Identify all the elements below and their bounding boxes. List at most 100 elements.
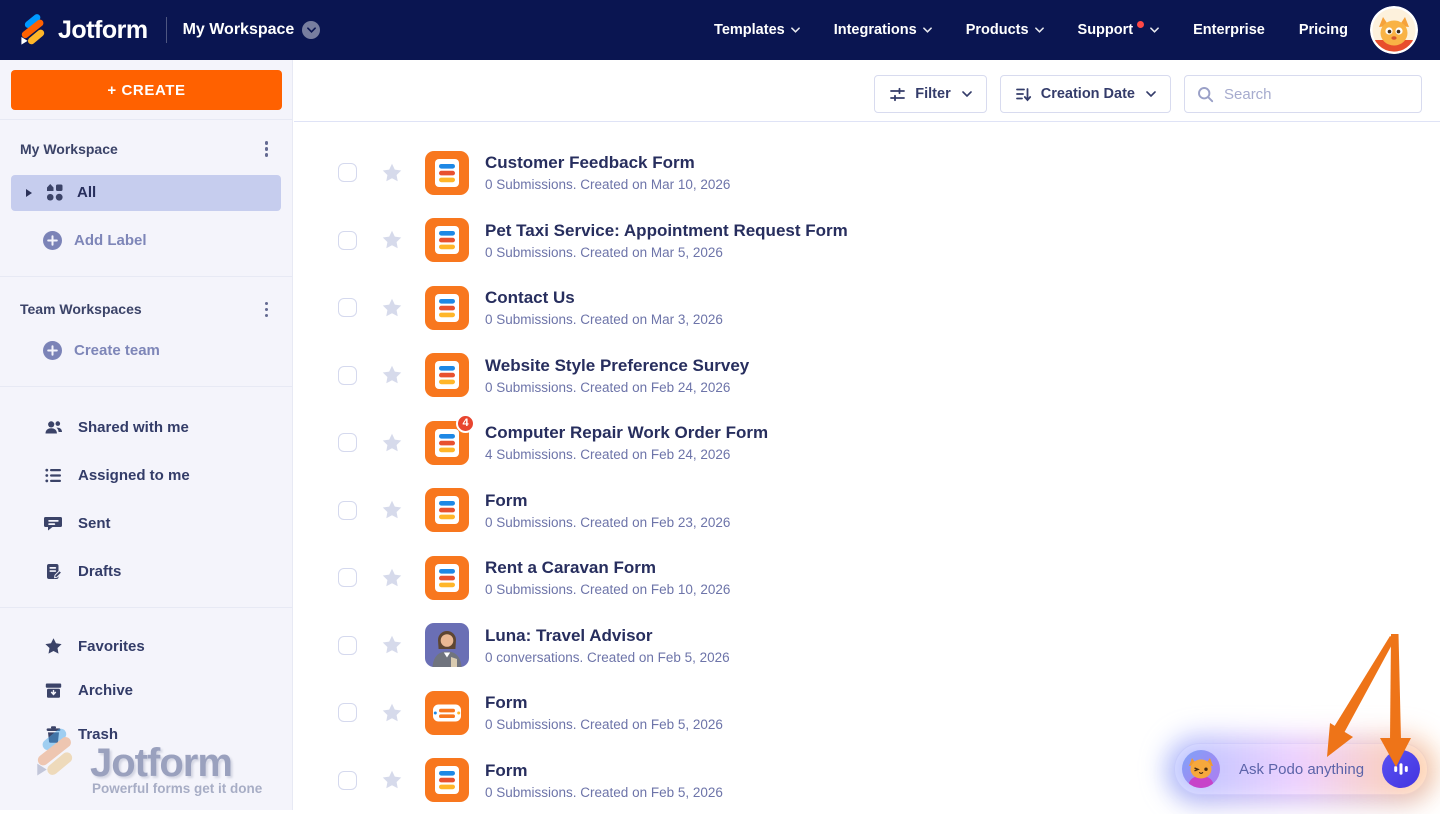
form-title[interactable]: Pet Taxi Service: Appointment Request Fo… (485, 221, 848, 241)
star-icon[interactable] (381, 229, 403, 251)
create-team-button[interactable]: Create team (43, 341, 292, 360)
all-grid-icon (45, 183, 64, 202)
podo-voice-button[interactable] (1382, 750, 1420, 788)
nav-link-pricing[interactable]: Pricing (1299, 22, 1348, 38)
sidebar-divider (0, 119, 292, 120)
form-title[interactable]: Form (485, 693, 723, 713)
sidebar-item-trash[interactable]: Trash (0, 712, 292, 756)
nav-divider (166, 17, 167, 43)
form-title[interactable]: Website Style Preference Survey (485, 356, 749, 376)
main-content: Filter Creation Date Customer Feedback F… (294, 60, 1440, 810)
chevron-down-icon (962, 91, 972, 97)
form-icon[interactable] (425, 556, 469, 600)
row-checkbox[interactable] (338, 636, 357, 655)
row-checkbox[interactable] (338, 231, 357, 250)
star-icon[interactable] (381, 364, 403, 386)
form-subtitle: 0 conversations. Created on Feb 5, 2026 (485, 650, 730, 665)
podo-assistant-bar[interactable]: Ask Podo anything (1174, 743, 1428, 795)
team-workspaces-menu-icon[interactable] (259, 298, 275, 322)
navbar-links: Templates Integrations Products Support Ente… (714, 22, 1370, 38)
add-label-button[interactable]: Add Label (43, 231, 292, 250)
my-workspace-title: My Workspace (20, 141, 118, 157)
podo-avatar (1181, 749, 1221, 789)
sidebar-item-drafts[interactable]: Drafts (0, 547, 292, 595)
sidebar-item-label: Favorites (78, 638, 145, 655)
sidebar-item-shared-with-me[interactable]: Shared with me (0, 403, 292, 451)
star-icon[interactable] (381, 297, 403, 319)
row-checkbox[interactable] (338, 298, 357, 317)
star-icon[interactable] (381, 634, 403, 656)
sidebar-item-favorites[interactable]: Favorites (0, 624, 292, 668)
card-form-icon[interactable] (425, 691, 469, 735)
caret-right-icon[interactable] (25, 188, 33, 198)
form-title[interactable]: Contact Us (485, 288, 723, 308)
workspace-switcher[interactable]: My Workspace (183, 21, 321, 39)
nav-link-support[interactable]: Support (1078, 22, 1160, 38)
sort-icon (1015, 86, 1032, 103)
sidebar-divider (0, 607, 292, 608)
list-item: Customer Feedback Form 0 Submissions. Cr… (338, 139, 1440, 207)
row-checkbox[interactable] (338, 366, 357, 385)
list-item: Rent a Caravan Form 0 Submissions. Creat… (338, 544, 1440, 612)
sidebar-item-sent[interactable]: Sent (0, 499, 292, 547)
form-icon[interactable]: 4 (425, 421, 469, 465)
create-button[interactable]: + CREATE (11, 70, 282, 110)
chevron-down-icon (923, 27, 932, 33)
form-subtitle: 0 Submissions. Created on Feb 5, 2026 (485, 717, 723, 732)
archive-icon (44, 681, 63, 700)
my-workspace-menu-icon[interactable] (259, 137, 275, 161)
people-icon (44, 418, 63, 437)
form-title[interactable]: Rent a Caravan Form (485, 558, 730, 578)
draft-icon (44, 562, 63, 581)
form-title[interactable]: Luna: Travel Advisor (485, 626, 730, 646)
jotform-logo-icon (16, 13, 50, 47)
row-checkbox[interactable] (338, 501, 357, 520)
form-title[interactable]: Computer Repair Work Order Form (485, 423, 768, 443)
form-subtitle: 0 Submissions. Created on Feb 23, 2026 (485, 515, 730, 530)
form-icon[interactable] (425, 218, 469, 262)
form-title[interactable]: Form (485, 761, 723, 781)
sort-button[interactable]: Creation Date (1000, 75, 1171, 113)
user-avatar[interactable] (1370, 6, 1418, 54)
form-icon[interactable] (425, 286, 469, 330)
form-subtitle: 0 Submissions. Created on Feb 24, 2026 (485, 380, 749, 395)
list-item: Website Style Preference Survey 0 Submis… (338, 342, 1440, 410)
form-subtitle: 0 Submissions. Created on Mar 10, 2026 (485, 177, 730, 192)
voice-wave-icon (1392, 760, 1410, 778)
podo-prompt-text[interactable]: Ask Podo anything (1221, 761, 1382, 778)
star-icon[interactable] (381, 162, 403, 184)
agent-photo[interactable] (425, 623, 469, 667)
watermark-tagline: Powerful forms get it done (92, 781, 262, 796)
create-team-text: Create team (74, 342, 160, 359)
filter-button[interactable]: Filter (874, 75, 986, 113)
row-checkbox[interactable] (338, 163, 357, 182)
form-icon[interactable] (425, 488, 469, 532)
star-icon[interactable] (381, 499, 403, 521)
form-subtitle: 4 Submissions. Created on Feb 24, 2026 (485, 447, 768, 462)
row-checkbox[interactable] (338, 433, 357, 452)
form-title[interactable]: Customer Feedback Form (485, 153, 730, 173)
star-icon[interactable] (381, 567, 403, 589)
trash-icon (44, 725, 63, 744)
row-checkbox[interactable] (338, 703, 357, 722)
sidebar-item-all[interactable]: All (11, 175, 281, 211)
row-checkbox[interactable] (338, 568, 357, 587)
star-icon[interactable] (381, 769, 403, 791)
form-icon[interactable] (425, 353, 469, 397)
nav-link-enterprise[interactable]: Enterprise (1193, 22, 1265, 38)
sidebar-item-archive[interactable]: Archive (0, 668, 292, 712)
form-title[interactable]: Form (485, 491, 730, 511)
form-icon[interactable] (425, 758, 469, 802)
jotform-brand[interactable]: Jotform (58, 16, 148, 45)
sidebar-item-label: Trash (78, 726, 118, 743)
sidebar-item-assigned-to-me[interactable]: Assigned to me (0, 451, 292, 499)
nav-link-integrations[interactable]: Integrations (834, 22, 932, 38)
row-checkbox[interactable] (338, 771, 357, 790)
star-icon[interactable] (381, 702, 403, 724)
form-icon[interactable] (425, 151, 469, 195)
chevron-down-icon (1146, 91, 1156, 97)
star-icon[interactable] (381, 432, 403, 454)
nav-link-products[interactable]: Products (966, 22, 1044, 38)
nav-link-templates[interactable]: Templates (714, 22, 800, 38)
search-input[interactable] (1224, 86, 1409, 103)
